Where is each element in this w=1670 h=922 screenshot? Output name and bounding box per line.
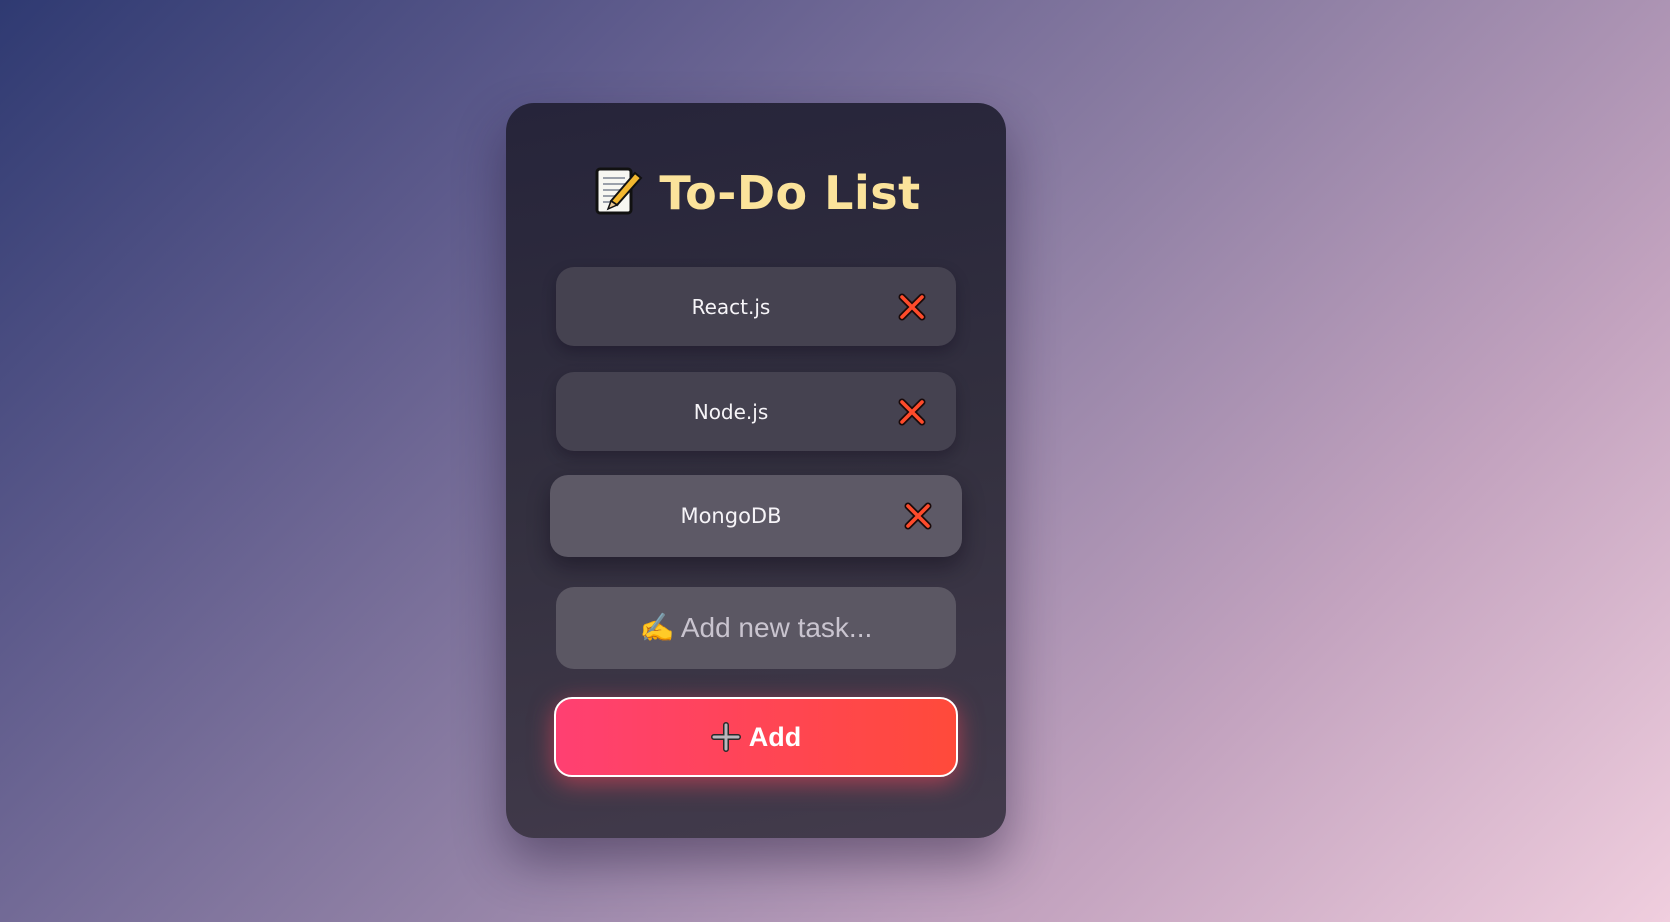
task-label: MongoDB (680, 504, 782, 528)
task-item: Node.js (556, 372, 956, 451)
memo-icon (591, 165, 643, 221)
close-icon[interactable] (898, 293, 926, 321)
new-task-input[interactable] (556, 586, 956, 670)
title-text: To-Do List (659, 166, 921, 220)
task-item: MongoDB (550, 475, 962, 557)
add-button-label: Add (748, 721, 802, 752)
close-icon[interactable] (904, 502, 932, 530)
task-item: React.js (556, 267, 956, 346)
new-task-field (556, 586, 956, 670)
add-button[interactable]: Add (554, 697, 958, 777)
task-label: Node.js (693, 399, 769, 424)
page-title: To-Do List (506, 165, 1006, 221)
task-label: React.js (691, 294, 771, 319)
plus-icon (710, 722, 741, 752)
close-icon[interactable] (898, 398, 926, 426)
todo-card: To-Do List React.js Node.js MongoDB ✍️ A… (506, 103, 1006, 838)
